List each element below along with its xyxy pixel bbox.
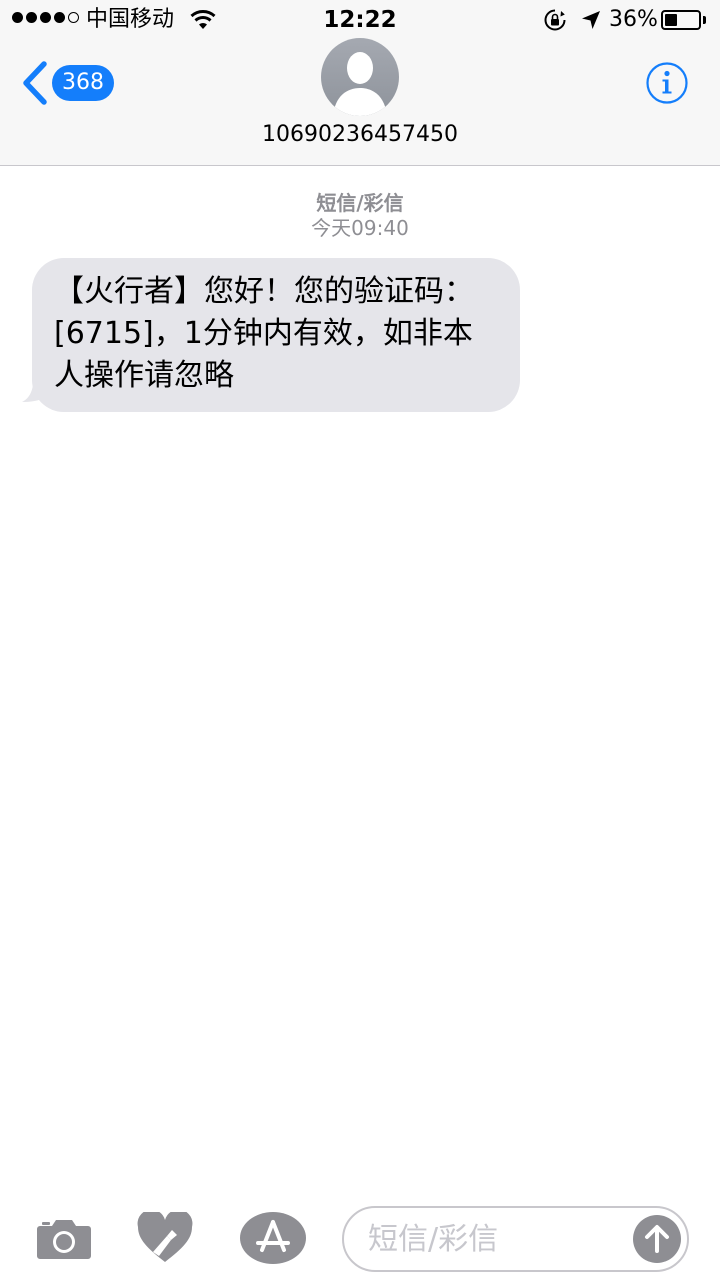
battery-level-fill <box>665 14 677 26</box>
person-silhouette-icon <box>333 52 387 116</box>
message-input-placeholder: 短信/彩信 <box>368 1222 499 1257</box>
info-icon[interactable] <box>645 61 689 105</box>
send-button[interactable] <box>633 1215 681 1263</box>
app-store-icon[interactable] <box>240 1212 306 1264</box>
battery-cap <box>703 16 706 24</box>
contact-avatar[interactable] <box>321 38 399 116</box>
header: 中国移动 12:22 36% 368 10690236457450 <box>0 0 720 166</box>
battery-icon <box>661 10 701 30</box>
send-arrow-up-icon <box>645 1225 669 1253</box>
status-bar: 中国移动 12:22 36% <box>0 0 720 40</box>
battery-percentage: 36% <box>609 7 658 32</box>
message-input[interactable]: 短信/彩信 <box>342 1206 689 1272</box>
camera-icon[interactable] <box>36 1216 92 1260</box>
location-arrow-icon <box>582 11 600 29</box>
unread-count-badge: 368 <box>52 65 114 101</box>
rotation-lock-icon <box>544 9 566 31</box>
incoming-message-bubble[interactable]: 【火行者】您好！您的验证码：[6715]，1分钟内有效，如非本人操作请忽略 <box>32 258 520 412</box>
digital-touch-heart-icon[interactable] <box>137 1212 193 1264</box>
messages-screen: 中国移动 12:22 36% 368 10690236457450 短信/彩信 … <box>0 0 720 1280</box>
message-timestamp: 今天09:40 <box>311 216 409 240</box>
chevron-left-icon <box>23 61 47 105</box>
message-type-label: 短信/彩信 <box>316 191 404 215</box>
contact-name[interactable]: 10690236457450 <box>0 120 720 150</box>
back-button[interactable]: 368 <box>20 58 114 108</box>
